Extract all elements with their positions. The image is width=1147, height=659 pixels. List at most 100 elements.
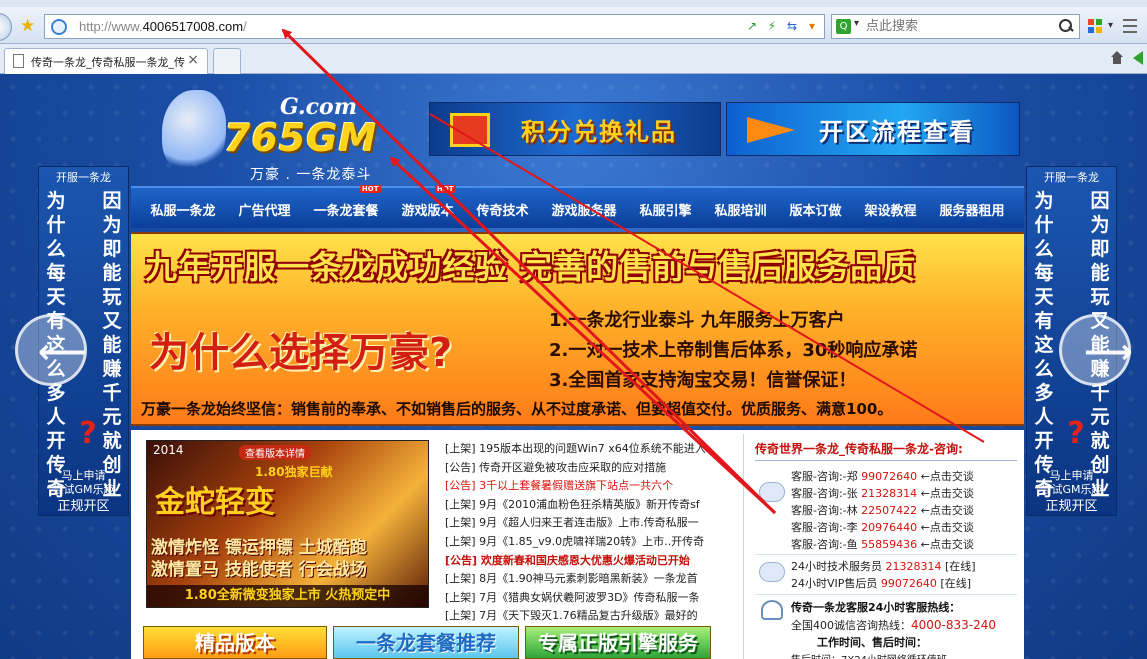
- chat-icon: [759, 482, 785, 502]
- hotline-title: 传奇一条龙客服24小时客服热线：: [791, 601, 961, 614]
- contact-number[interactable]: 20976440: [861, 521, 917, 534]
- slider-prev-button[interactable]: ⟵: [15, 314, 87, 386]
- nav-item[interactable]: 广告代理: [238, 200, 290, 219]
- contact-number[interactable]: 22507422: [861, 504, 917, 517]
- contact-row[interactable]: 客服-咨询:-李 20976440 ←点击交谈: [791, 519, 974, 536]
- news-item[interactable]: [公告] 3千以上套餐暑假赠送旗下站点一共六个: [445, 477, 715, 496]
- chat-link[interactable]: ←点击交谈: [921, 538, 974, 551]
- news-item[interactable]: [上架] 9月《1.85_v9.0虎啸祥瑞20转》上市..开传奇: [445, 533, 715, 552]
- nav-item[interactable]: 私服引擎: [639, 200, 691, 219]
- contact-label: 客服-咨询:-张: [791, 487, 858, 500]
- nav-item[interactable]: 服务器租用: [939, 200, 1004, 219]
- search-icon[interactable]: [1058, 18, 1074, 34]
- side-ad-footer: 正规开区: [57, 499, 110, 514]
- nav-item[interactable]: 游戏服务器: [551, 200, 616, 219]
- hero-point: 3.全国首家支持淘宝交易！信誉保证！: [549, 370, 857, 391]
- favorites-star-icon[interactable]: ★: [20, 16, 35, 36]
- contact-label: 客服-咨询:-林: [791, 504, 858, 517]
- menu-strip: [0, 0, 1147, 7]
- close-tab-icon[interactable]: ×: [187, 52, 199, 68]
- promo-premium-version[interactable]: 精品版本: [143, 626, 327, 659]
- search-box: Q ▾: [831, 14, 1080, 39]
- nav-item-label: 版本订做: [789, 203, 842, 219]
- nav-item[interactable]: 传奇技术: [476, 200, 528, 219]
- nav-item[interactable]: 一条龙套餐 HOT: [313, 184, 381, 219]
- side-ad-head: 开服一条龙: [56, 171, 111, 184]
- game-version-banner[interactable]: 2014 查看版本详情 1.80独家巨献 金蛇轻变 激情炸怪 镖运押镖 土城酷跑…: [146, 440, 429, 608]
- chat-link[interactable]: ←点击交谈: [921, 470, 974, 483]
- url-text[interactable]: http://www.4006517008.com/: [79, 19, 247, 34]
- staff-number[interactable]: 99072640: [881, 577, 937, 590]
- hero-point: 2.一对一技术上帝制售后体系，30秒响应承诺: [549, 340, 918, 361]
- contact-row[interactable]: 客服-咨询:-鱼 55859436 ←点击交谈: [791, 536, 974, 553]
- search-engine-icon[interactable]: Q: [836, 19, 851, 34]
- home-icon[interactable]: [1110, 51, 1124, 65]
- slider-next-button[interactable]: ⟶: [1059, 314, 1133, 386]
- nav-item-label: 广告代理: [238, 203, 291, 219]
- staff-row[interactable]: 24小时VIP售后员 99072640 [在线]: [791, 575, 976, 592]
- edit-icon[interactable]: ↗: [744, 18, 760, 35]
- apps-dropdown-icon[interactable]: ▾: [1108, 20, 1113, 31]
- contact-number[interactable]: 55859436: [861, 538, 917, 551]
- hero-banner[interactable]: 九年开服一条龙成功经验 完善的售前与售后服务品质 为什么选择万豪? 1.一条龙行…: [131, 232, 1024, 426]
- browser-tab[interactable]: 传奇一条龙_传奇私服一条龙_传 ×: [4, 48, 208, 74]
- search-input[interactable]: [866, 17, 1046, 36]
- search-engine-dropdown[interactable]: ▾: [854, 18, 859, 29]
- contact-row[interactable]: 客服-咨询:-郑 99072640 ←点击交谈: [791, 468, 974, 485]
- staff-label: 24小时技术服务员: [791, 560, 882, 573]
- news-item[interactable]: [公告] 欢度新春和国庆感恩大优惠火爆活动已开始: [445, 552, 715, 571]
- headset-icon: [761, 600, 783, 620]
- points-exchange-banner[interactable]: 积分兑换礼品: [429, 102, 721, 156]
- menu-icon[interactable]: [1123, 19, 1137, 33]
- work-hours-title: 工作时间、售后时间：: [817, 636, 927, 649]
- nav-item[interactable]: 私服一条龙: [150, 200, 215, 219]
- chat-link[interactable]: ←点击交谈: [921, 487, 974, 500]
- game-title: 金蛇轻变: [155, 485, 275, 520]
- green-arrow-icon[interactable]: [1133, 51, 1143, 65]
- chat-link[interactable]: ←点击交谈: [921, 521, 974, 534]
- contact-row[interactable]: 客服-咨询:-张 21328314 ←点击交谈: [791, 485, 974, 502]
- contact-row[interactable]: 客服-咨询:-林 22507422 ←点击交谈: [791, 502, 974, 519]
- game-footer: 1.80全新微变独家上市 火热预定中: [147, 585, 428, 607]
- apps-grid-icon[interactable]: [1088, 19, 1104, 35]
- side-ad-footer: 正规开区: [1045, 499, 1098, 514]
- promo-engine[interactable]: 专属正版引擎服务: [525, 626, 711, 659]
- address-bar[interactable]: http://www.4006517008.com/ ↗ ⚡ ⇆ ▾: [44, 14, 825, 39]
- server-process-banner[interactable]: 开区流程查看: [726, 102, 1020, 156]
- nav-item[interactable]: 游戏版本 HOT: [401, 184, 456, 219]
- news-item[interactable]: [上架] 195版本出现的问题Win7 x64位系统不能进入: [445, 440, 715, 459]
- staff-label: 24小时VIP售后员: [791, 577, 878, 590]
- contact-label: 客服-咨询:-李: [791, 521, 858, 534]
- news-item[interactable]: [公告] 传奇开区避免被攻击应采取的应对措施: [445, 459, 715, 478]
- staff-number[interactable]: 21328314: [886, 560, 942, 573]
- new-tab-button[interactable]: [213, 48, 241, 74]
- site-logo[interactable]: G.com 765GM 万豪 . 一条龙泰斗: [162, 90, 392, 183]
- banner-label: 积分兑换礼品: [521, 117, 677, 146]
- news-item[interactable]: [上架] 7月《天下毁灭1.76精品复古升级版》最好的: [445, 607, 715, 626]
- news-item[interactable]: [上架] 8月《1.90神马元素刺影暗黑新装》一条龙首: [445, 570, 715, 589]
- contact-label: 客服-咨询:-鱼: [791, 538, 858, 551]
- news-item[interactable]: [上架] 9月《超人归来王者连击版》上市.传奇私服一: [445, 514, 715, 533]
- promo-package[interactable]: 一条龙套餐推荐: [333, 626, 519, 659]
- question-mark-icon: ?: [79, 416, 97, 451]
- hotline-number[interactable]: 4000-833-240: [911, 618, 996, 632]
- refresh-icon[interactable]: ⇆: [784, 18, 800, 35]
- news-item[interactable]: [上架] 9月《2010浦血粉色狂杀精英版》新开传奇sf: [445, 496, 715, 515]
- nav-item-label: 架设教程: [864, 203, 917, 219]
- browser-window: ★ http://www.4006517008.com/ ↗ ⚡ ⇆ ▾ Q ▾…: [0, 0, 1147, 659]
- dropdown-chevron-icon[interactable]: ▾: [804, 18, 820, 35]
- contact-number[interactable]: 99072640: [861, 470, 917, 483]
- nav-item[interactable]: 私服培训: [714, 200, 766, 219]
- dragon-icon: [162, 90, 226, 174]
- news-item[interactable]: [上架] 7月《猎典女娲伏羲阿波罗3D》传奇私服一条: [445, 589, 715, 608]
- hero-footer: 万豪一条龙始终坚信：销售前的奉承、不如销售后的服务、从不过度承诺、但要超值交付。…: [141, 400, 893, 418]
- nav-item[interactable]: 版本订做: [789, 200, 841, 219]
- contact-number[interactable]: 21328314: [861, 487, 917, 500]
- nav-item[interactable]: 架设教程: [864, 200, 916, 219]
- hero-question: 为什么选择万豪?: [149, 330, 453, 376]
- gift-icon: [450, 113, 490, 147]
- chat-link[interactable]: ←点击交谈: [921, 504, 974, 517]
- speed-mode-icon[interactable]: ⚡: [764, 18, 780, 35]
- staff-row[interactable]: 24小时技术服务员 21328314 [在线]: [791, 558, 976, 575]
- back-button[interactable]: [0, 13, 12, 41]
